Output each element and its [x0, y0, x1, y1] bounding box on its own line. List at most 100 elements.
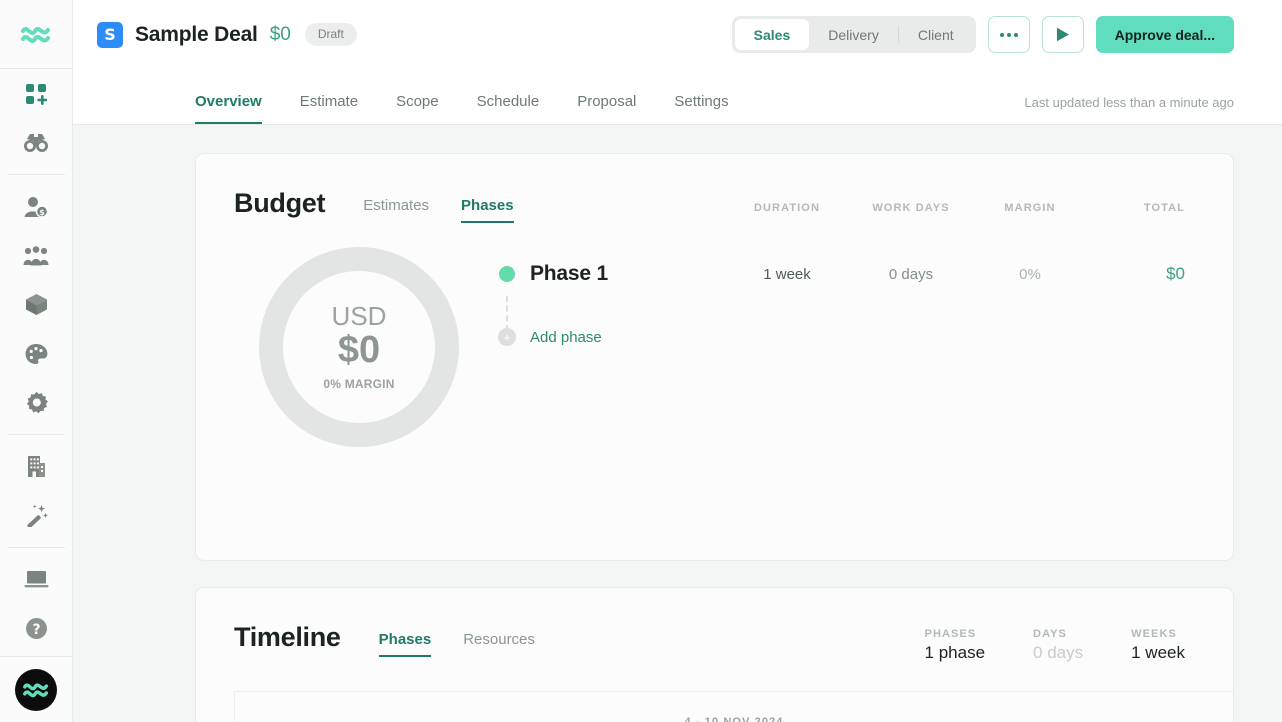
sidebar-item-brand[interactable]	[0, 329, 72, 378]
segment-sales[interactable]: Sales	[734, 19, 810, 50]
topbar-actions: Sales Delivery Client Approve deal...	[731, 16, 1234, 53]
page-title: Sample Deal	[135, 22, 258, 46]
timeline-stat-days-value: 0 days	[1033, 643, 1084, 662]
column-header-work-days: WORK DAYS	[872, 202, 950, 214]
play-icon	[1056, 27, 1069, 42]
svg-text:?: ?	[32, 622, 40, 638]
tab-bar: Overview Estimate Scope Schedule Proposa…	[73, 69, 1282, 125]
budget-title: Budget	[234, 188, 326, 218]
budget-card-body: USD $0 0% MARGIN Phase 1 1 week 0 days 0…	[234, 223, 1185, 560]
phase-work-days: 0 days	[888, 265, 934, 283]
dashboard-add-icon	[26, 83, 47, 105]
phase-name: Phase 1	[530, 262, 608, 285]
timeline-stat-phases: PHASES 1 phase	[925, 628, 986, 663]
segment-client[interactable]: Client	[899, 19, 973, 50]
sidebar-divider	[7, 434, 65, 435]
phase-row[interactable]: Phase 1 1 week 0 days 0% $0	[484, 257, 1185, 331]
tab-schedule[interactable]: Schedule	[477, 93, 540, 124]
tab-overview[interactable]: Overview	[195, 93, 262, 124]
content-scroll-area: Budget Estimates Phases DURATION WORK DA…	[73, 125, 1282, 722]
phase-margin: 0%	[1019, 265, 1041, 283]
timeline-subtab-resources[interactable]: Resources	[463, 631, 535, 657]
gear-icon	[26, 391, 48, 414]
last-updated-text: Last updated less than a minute ago	[1024, 95, 1234, 110]
timeline-grid[interactable]: 4 - 10 NOV 2024	[234, 691, 1233, 722]
timeline-subtabs: Phases Resources	[378, 622, 567, 657]
sidebar-group-workspace: $	[0, 182, 72, 442]
sidebar-item-automations[interactable]	[0, 491, 72, 540]
sidebar-item-people[interactable]	[0, 231, 72, 280]
budget-card: Budget Estimates Phases DURATION WORK DA…	[195, 153, 1234, 561]
sidebar-item-products[interactable]	[0, 280, 72, 329]
timeline-stat-weeks-value: 1 week	[1131, 643, 1185, 662]
timeline-stat-phases-label: PHASES	[924, 628, 977, 640]
view-segmented-control[interactable]: Sales Delivery Client	[731, 16, 976, 53]
tab-proposal[interactable]: Proposal	[577, 93, 636, 124]
budget-donut-wrap: USD $0 0% MARGIN	[234, 223, 484, 560]
approve-deal-button[interactable]: Approve deal...	[1095, 16, 1234, 53]
budget-column-headers: DURATION WORK DAYS MARGIN TOTAL	[727, 188, 1185, 214]
budget-card-header: Budget Estimates Phases DURATION WORK DA…	[234, 188, 1185, 223]
donut-currency: USD	[331, 300, 387, 331]
sidebar-logo[interactable]	[0, 0, 72, 69]
sidebar-item-discover[interactable]	[0, 118, 72, 167]
more-horizontal-icon	[999, 32, 1018, 37]
timeline-card-header: Timeline Phases Resources PHASES 1 phase…	[234, 622, 1233, 663]
timeline-subtab-phases[interactable]: Phases	[378, 631, 432, 657]
magic-wand-icon	[26, 504, 48, 527]
sidebar-item-dashboard[interactable]	[0, 69, 72, 118]
sidebar-group-org	[0, 442, 72, 555]
plus-circle-icon[interactable]: +	[498, 328, 516, 346]
add-phase-bullet-col: +	[484, 328, 530, 346]
add-phase-row[interactable]: + Add phase	[484, 319, 1185, 355]
tab-settings[interactable]: Settings	[674, 93, 728, 124]
add-phase-link[interactable]: Add phase	[530, 329, 602, 346]
sidebar-group-support: ?	[0, 555, 72, 653]
deal-avatar: S	[97, 21, 123, 48]
timeline-card: Timeline Phases Resources PHASES 1 phase…	[195, 587, 1234, 722]
sidebar-item-sales[interactable]: $	[0, 182, 72, 231]
sidebar-account[interactable]	[0, 656, 72, 722]
timeline-stat-days: DAYS 0 days	[1033, 628, 1083, 663]
budget-subtab-estimates[interactable]: Estimates	[363, 197, 429, 223]
column-header-duration: DURATION	[753, 202, 821, 214]
timeline-date-range: 4 - 10 NOV 2024	[684, 715, 784, 722]
people-team-icon	[23, 245, 49, 265]
phase-dot-icon	[499, 266, 515, 282]
person-dollar-icon: $	[24, 196, 48, 218]
avatar[interactable]	[15, 668, 57, 711]
app-root: $ ? S Sample Deal $0 Draft Sales Deliver…	[0, 0, 1282, 722]
phases-list: Phase 1 1 week 0 days 0% $0 + Add phase	[484, 223, 1185, 560]
phase-values: 1 week 0 days 0% $0	[727, 264, 1185, 284]
building-icon	[27, 456, 45, 477]
sidebar-divider	[7, 547, 65, 548]
phase-total: $0	[1166, 264, 1185, 283]
laptop-icon	[24, 571, 48, 588]
run-button[interactable]	[1041, 16, 1084, 53]
wave-logo-icon	[21, 27, 50, 43]
sidebar-divider	[7, 174, 65, 175]
budget-donut-chart: USD $0 0% MARGIN	[259, 247, 459, 447]
tab-estimate[interactable]: Estimate	[300, 93, 358, 124]
more-options-button[interactable]	[987, 16, 1030, 53]
sidebar-item-company[interactable]	[0, 442, 72, 491]
phase-duration: 1 week	[763, 265, 811, 283]
svg-text:$: $	[39, 208, 45, 217]
phase-bullet-col	[484, 266, 530, 331]
timeline-stat-weeks: WEEKS 1 week	[1131, 628, 1185, 663]
timeline-stat-weeks-label: WEEKS	[1131, 628, 1177, 640]
deal-amount: $0	[269, 23, 291, 45]
donut-center-text: USD $0 0% MARGIN	[259, 247, 459, 447]
sidebar-group-primary	[0, 69, 72, 182]
main-area: S Sample Deal $0 Draft Sales Delivery Cl…	[73, 0, 1282, 722]
budget-subtab-phases[interactable]: Phases	[461, 197, 514, 223]
topbar: S Sample Deal $0 Draft Sales Delivery Cl…	[73, 0, 1282, 69]
sidebar: $ ?	[0, 0, 73, 722]
sidebar-item-settings[interactable]	[0, 378, 72, 427]
sidebar-item-workspace[interactable]	[0, 555, 72, 604]
sidebar-item-help[interactable]: ?	[0, 604, 72, 653]
timeline-stat-days-label: DAYS	[1033, 628, 1067, 640]
help-circle-icon: ?	[25, 618, 47, 639]
segment-delivery[interactable]: Delivery	[809, 19, 898, 50]
tab-scope[interactable]: Scope	[396, 93, 439, 124]
